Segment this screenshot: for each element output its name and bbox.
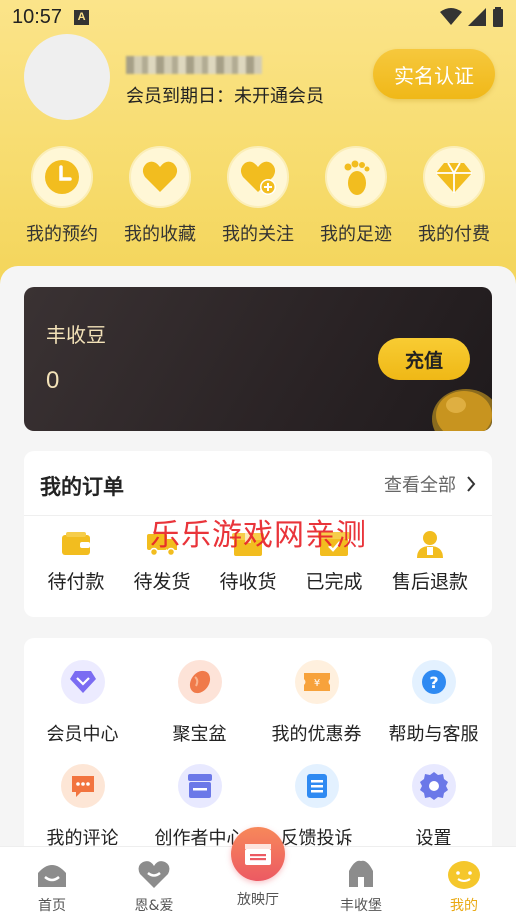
service-coupons[interactable]: ¥ 我的优惠券 [258,660,375,746]
tab-me[interactable]: 我的 [414,857,514,915]
quick-link-following[interactable]: 我的关注 [208,146,308,246]
settings-icon [419,772,448,800]
status-time: 10:57 [12,5,63,28]
service-label: 我的优惠券 [271,724,362,745]
vip-diamond-icon [69,671,96,693]
bean-icon [189,670,210,694]
tab-label: 我的 [450,898,478,914]
coupon-icon: ¥ [303,673,330,691]
recharge-button[interactable]: 充值 [378,338,470,380]
order-label: 售后退款 [391,571,468,593]
clock-icon [45,160,79,194]
view-all-label: 查看全部 [384,475,456,496]
service-label: 聚宝盆 [172,724,227,745]
wifi-icon [440,8,462,25]
castle-icon [349,860,373,887]
quick-link-label: 我的收藏 [124,224,196,245]
tab-cinema[interactable] [231,827,285,881]
verify-identity-button[interactable]: 实名认证 [373,49,495,99]
service-person-icon [417,531,443,558]
quick-links: 我的预约 我的收藏 我的关注 我的足迹 我的付费 [0,146,516,246]
svg-text:¥: ¥ [313,678,319,689]
feedback-icon [306,774,327,798]
tab-cinema-label: 放映厅 [237,892,279,908]
service-settings[interactable]: 设置 [375,764,492,850]
bean-balance: 0 [46,367,60,394]
help-icon: ? [421,670,446,694]
heart-plus-icon [240,161,276,195]
avatar[interactable] [24,34,110,120]
order-label: 待发货 [133,571,191,593]
orders-title: 我的订单 [40,475,124,499]
order-label: 待收货 [219,571,277,593]
notification-badge-icon: A [74,9,90,25]
tab-castle[interactable]: 丰收堡 [311,857,411,915]
tab-label: 恩&爱 [134,898,174,914]
status-bar: 10:57 A [0,0,516,34]
quick-link-paid[interactable]: 我的付费 [404,146,504,246]
tab-label: 丰收堡 [340,898,382,914]
order-label: 已完成 [305,571,363,593]
home-icon [38,865,66,887]
tab-love[interactable]: 恩&爱 [104,857,204,915]
me-icon [448,861,480,889]
watermark-text: 乐乐游戏网亲测 [150,518,367,553]
bean-balance-card[interactable]: 丰收豆 0 充值 [24,287,492,431]
tab-label: 首页 [38,898,66,914]
view-all-orders-link[interactable]: 查看全部 [384,471,476,497]
service-help[interactable]: ? 帮助与客服 [375,660,492,746]
service-label: 会员中心 [46,724,119,745]
cinema-icon [245,844,271,865]
quick-link-label: 我的预约 [26,224,98,245]
service-treasure-bowl[interactable]: 聚宝盆 [141,660,258,746]
order-pending-payment[interactable]: 待付款 [31,529,121,594]
username-blurred [126,56,262,74]
quick-link-label: 我的关注 [222,224,294,245]
quick-link-favorites[interactable]: 我的收藏 [110,146,210,246]
heart-icon [142,161,178,192]
battery-icon [493,7,503,27]
order-after-sales[interactable]: 售后退款 [385,529,475,594]
signal-icon [468,8,486,26]
service-my-comments[interactable]: 我的评论 [24,764,141,850]
tab-home[interactable]: 首页 [2,857,102,915]
service-vip-center[interactable]: 会员中心 [24,660,141,746]
bottom-tab-bar: 首页 恩&爱 放映厅 丰收堡 我的 [0,827,516,919]
quick-link-appointments[interactable]: 我的预约 [12,146,112,246]
order-label: 待付款 [47,571,105,593]
comment-icon [71,776,94,797]
quick-link-label: 我的付费 [418,224,490,245]
store-icon [187,774,212,798]
diamond-icon [436,162,472,193]
love-icon [138,861,170,888]
wallet-icon [62,532,90,555]
member-expiry-text: 会员到期日：未开通会员 [126,86,324,107]
quick-link-label: 我的足迹 [320,224,392,245]
footprint-icon [344,160,370,195]
bean-title: 丰收豆 [46,323,106,347]
svg-text:?: ? [429,673,438,692]
services-card: 会员中心 聚宝盆 ¥ 我的优惠券 ? 帮助与客服 我的评论 创作者中心 反馈投诉… [24,638,492,856]
quick-link-footprints[interactable]: 我的足迹 [306,146,406,246]
service-label: 帮助与客服 [388,724,479,745]
chevron-right-icon [467,476,476,492]
